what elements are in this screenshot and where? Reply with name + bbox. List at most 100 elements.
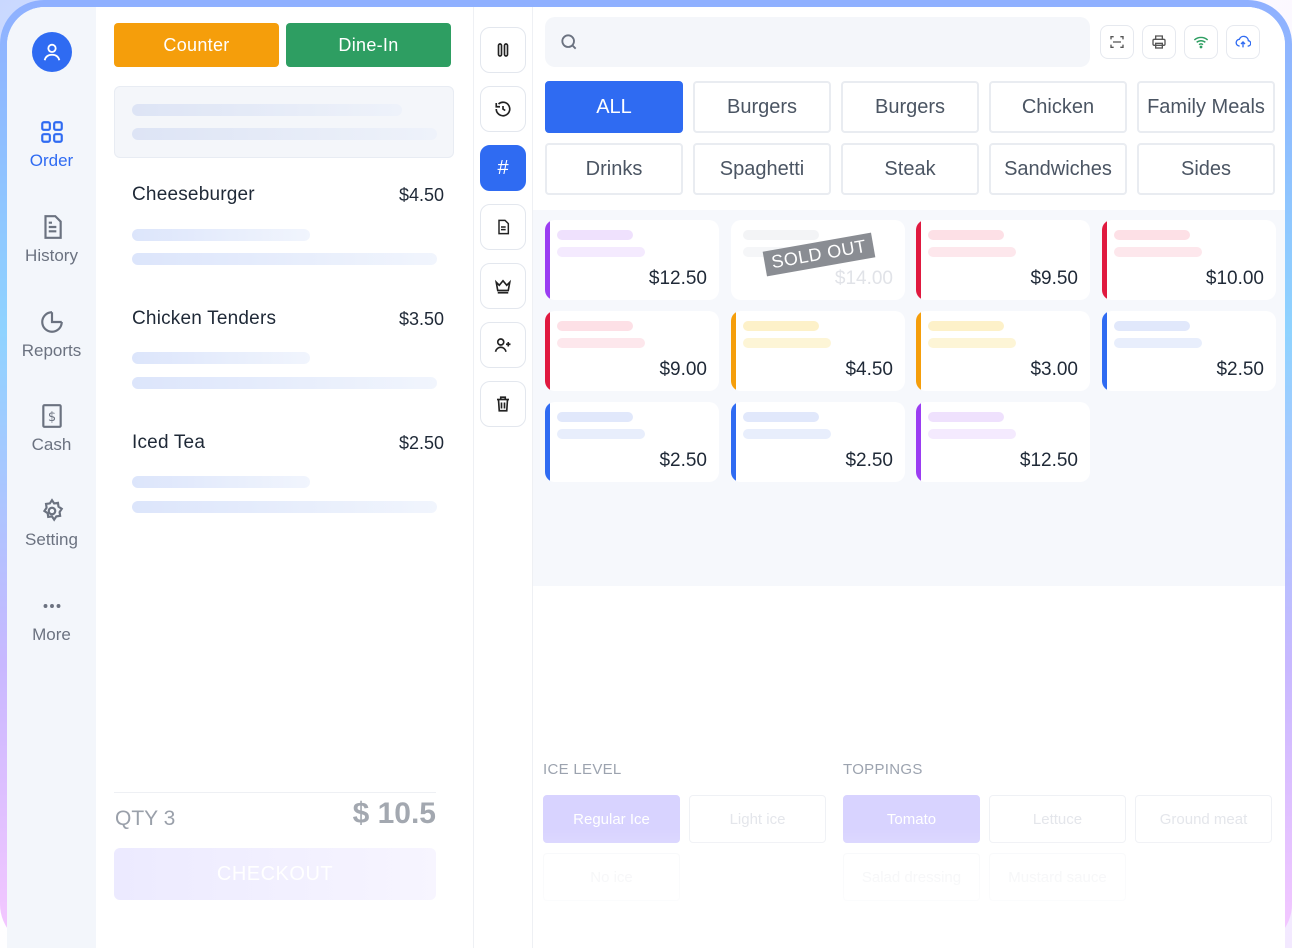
customer-box[interactable] (114, 86, 454, 158)
print-button[interactable] (1142, 25, 1176, 59)
order-item-name[interactable]: Cheeseburger (132, 184, 255, 206)
nav-label-cash: Cash (31, 435, 72, 454)
product-card[interactable]: $9.00 (545, 311, 719, 391)
topping-option[interactable]: Ground meat (1135, 795, 1272, 843)
category-tab[interactable]: Burgers (841, 81, 979, 133)
gear-icon (42, 498, 63, 522)
wifi-button[interactable] (1184, 25, 1218, 59)
product-card-sold-out[interactable]: $14.00 SOLD OUT (731, 220, 905, 300)
search-input[interactable] (589, 33, 1069, 51)
order-total: $ 10.5 (352, 797, 436, 830)
product-price: $9.50 (1030, 268, 1078, 289)
card-accent (545, 311, 550, 391)
svg-text:$: $ (47, 410, 55, 425)
ice-option[interactable]: Light ice (689, 795, 826, 843)
placeholder-line (132, 501, 437, 513)
ice-option-selected[interactable]: Regular Ice (543, 795, 680, 843)
product-card[interactable]: $12.50 (545, 220, 719, 300)
card-accent (545, 220, 550, 300)
nav-rail: Order History Reports $ Cash Setting Mor… (7, 7, 96, 948)
search-bar[interactable] (545, 17, 1090, 67)
hash-button[interactable]: # (480, 145, 526, 191)
history-button[interactable] (480, 86, 526, 132)
ice-level-title: ICE LEVEL (543, 761, 622, 778)
topping-option[interactable]: Mustard sauce (989, 853, 1126, 901)
category-tab[interactable]: Sandwiches (989, 143, 1127, 195)
category-tab[interactable]: Steak (841, 143, 979, 195)
category-tab[interactable]: Spaghetti (693, 143, 831, 195)
add-user-icon (494, 338, 511, 353)
placeholder-line (132, 377, 437, 389)
topping-option[interactable]: Lettuce (989, 795, 1126, 843)
product-price: $2.50 (1216, 359, 1264, 380)
order-item-name[interactable]: Iced Tea (132, 432, 205, 454)
dine-in-button[interactable]: Dine-In (286, 23, 451, 67)
product-card[interactable]: $2.50 (545, 402, 719, 482)
card-accent (916, 402, 921, 482)
toppings-title: TOPPINGS (843, 761, 923, 778)
counter-button[interactable]: Counter (114, 23, 279, 67)
topping-option-selected[interactable]: Tomato (843, 795, 980, 843)
pause-button[interactable] (480, 27, 526, 73)
placeholder-line (557, 321, 633, 331)
category-tab[interactable]: Burgers (693, 81, 831, 133)
product-card[interactable]: $9.50 (916, 220, 1090, 300)
more-dots-icon (43, 604, 60, 608)
category-tab[interactable]: Drinks (545, 143, 683, 195)
product-card[interactable]: $2.50 (731, 402, 905, 482)
cash-receipt-icon: $ (41, 404, 62, 428)
nav-item-setting[interactable]: Setting (7, 498, 96, 550)
placeholder-line (743, 412, 819, 422)
divider (114, 792, 436, 793)
product-price: $12.50 (1019, 450, 1078, 471)
note-icon (498, 219, 510, 235)
order-item-name[interactable]: Chicken Tenders (132, 308, 276, 330)
ice-option[interactable]: No ice (543, 853, 680, 901)
crown-button[interactable] (480, 263, 526, 309)
placeholder-line (132, 352, 310, 364)
avatar[interactable] (32, 32, 72, 72)
category-tab[interactable]: Chicken (989, 81, 1127, 133)
document-icon (43, 215, 62, 239)
add-user-button[interactable] (480, 322, 526, 368)
product-price: $12.50 (648, 268, 707, 289)
category-tab-all[interactable]: ALL (545, 81, 683, 133)
checkout-button[interactable]: CHECKOUT (114, 848, 436, 900)
product-card[interactable]: $3.00 (916, 311, 1090, 391)
card-accent (731, 311, 736, 391)
category-tab[interactable]: Family Meals (1137, 81, 1275, 133)
placeholder-line (928, 412, 1004, 422)
topping-option[interactable]: Salad dressing (843, 853, 980, 901)
printer-icon (1152, 35, 1166, 49)
card-accent (545, 402, 550, 482)
product-card[interactable]: $10.00 (1102, 220, 1276, 300)
nav-item-reports[interactable]: Reports (7, 309, 96, 361)
card-accent (731, 402, 736, 482)
order-panel: Counter Dine-In Cheeseburger $4.50 Chick… (96, 7, 474, 948)
placeholder-line (132, 229, 310, 241)
scan-icon (1110, 36, 1124, 48)
category-tab[interactable]: Sides (1137, 143, 1275, 195)
placeholder-line (743, 321, 819, 331)
qty-label: QTY 3 (115, 807, 176, 830)
cloud-upload-button[interactable] (1226, 25, 1260, 59)
cloud-upload-icon (1235, 35, 1251, 48)
placeholder-line (928, 338, 1016, 348)
nav-item-order[interactable]: Order (7, 119, 96, 171)
scan-button[interactable] (1100, 25, 1134, 59)
nav-item-more[interactable]: More (7, 593, 96, 645)
placeholder-line (743, 338, 831, 348)
delete-button[interactable] (480, 381, 526, 427)
placeholder-line (928, 429, 1016, 439)
placeholder-line (743, 429, 831, 439)
product-card[interactable]: $2.50 (1102, 311, 1276, 391)
product-card[interactable]: $4.50 (731, 311, 905, 391)
product-price: $2.50 (845, 450, 893, 471)
note-button[interactable] (480, 204, 526, 250)
placeholder-line (557, 230, 633, 240)
placeholder-line (928, 247, 1016, 257)
product-card[interactable]: $12.50 (916, 402, 1090, 482)
nav-item-history[interactable]: History (7, 214, 96, 266)
placeholder-line (132, 104, 402, 116)
nav-item-cash[interactable]: $ Cash (7, 403, 96, 455)
